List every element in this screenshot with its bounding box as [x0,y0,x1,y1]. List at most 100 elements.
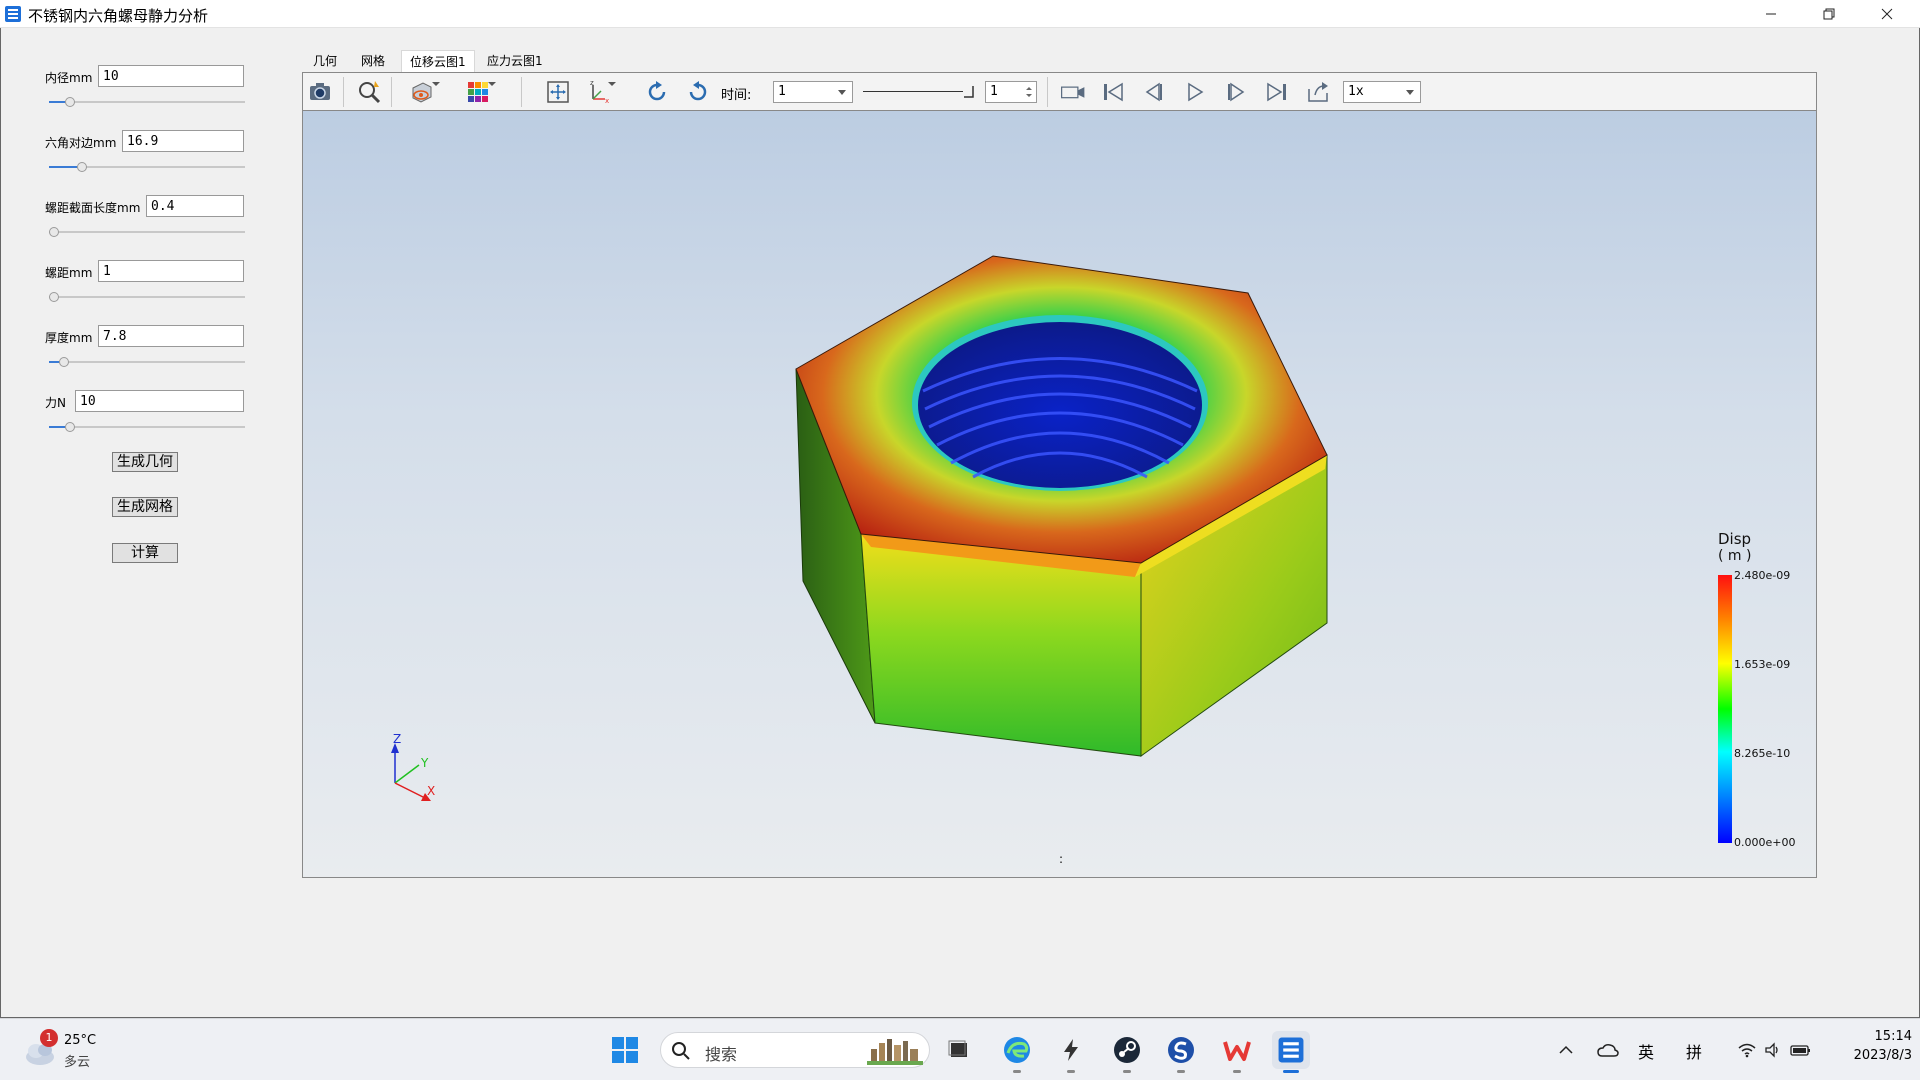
previous-frame-button[interactable] [1141,79,1167,105]
edge-browser-icon [1004,1037,1030,1063]
frame-spinbox[interactable]: 1 [985,81,1037,103]
minimize-button[interactable] [1742,0,1800,28]
legend-unit: ( m ) [1718,548,1751,564]
chevron-down-icon [1406,90,1414,95]
pitch-section-length-slider[interactable] [49,227,245,237]
axis-triad: Z Y X [391,732,435,801]
volume-icon [1765,1042,1778,1058]
rotate-clockwise-icon [648,81,666,101]
restore-button[interactable] [1800,0,1858,28]
edge-browser-button[interactable] [998,1031,1036,1073]
legend-title: Disp [1718,530,1751,548]
battery-icon [1790,1045,1810,1056]
tab-geometry[interactable]: 几何 [305,50,345,72]
rotate-ccw-button[interactable] [685,79,711,105]
param-label: 螺距mm [45,266,93,280]
spinner-arrows-icon [1026,87,1032,97]
weather-alert-badge: 1 [40,1029,58,1047]
taskbar-search[interactable]: 搜索 [660,1032,930,1068]
wps-logo-icon [1223,1041,1251,1061]
legend-tick: 8.265e-10 [1734,747,1790,760]
chevron-up-icon [1559,1045,1573,1054]
wps-button[interactable] [1218,1031,1256,1073]
thickness-input[interactable] [98,325,244,347]
tab-displacement-contour[interactable]: 位移云图1 [401,50,475,72]
search-icon [672,1042,690,1060]
magnify-zoom-icon [359,81,381,104]
thickness-slider[interactable] [49,357,245,367]
screenshot-button[interactable] [307,79,333,105]
record-video-button[interactable] [1057,79,1089,105]
active-app-button[interactable] [1272,1031,1310,1073]
slider-end-icon [964,86,974,98]
task-view-button[interactable] [940,1031,978,1069]
app-s-button[interactable] [1162,1031,1200,1073]
force-slider[interactable] [49,422,245,432]
zoom-fit-button[interactable] [357,79,383,105]
toolbar: zx 时间: 1 1 1x [302,72,1817,110]
close-button[interactable] [1858,0,1916,28]
rotate-counterclockwise-icon [689,81,707,101]
export-button[interactable] [1305,79,1331,105]
legend-tick: 2.480e-09 [1734,569,1790,582]
wifi-icon [1738,1043,1756,1058]
weather-description: 多云 [64,1055,91,1070]
rotate-cw-button[interactable] [644,79,670,105]
onedrive-button[interactable] [1594,1031,1622,1069]
hex-flat-slider[interactable] [49,162,245,172]
inner-diameter-input[interactable] [98,65,244,87]
video-camera-icon [1061,86,1085,99]
chevron-down-icon [838,90,846,95]
displacement-legend: Disp ( m ) 2.480e-09 1.653e-09 8.265e-10… [1718,530,1795,849]
pitch-input[interactable] [98,260,244,282]
step-forward-icon [1228,82,1245,102]
windows-logo-icon [612,1037,638,1063]
viewport-note: : [1059,852,1063,866]
fit-view-button[interactable] [545,79,571,105]
lightning-app-button[interactable] [1052,1031,1090,1073]
weather-widget[interactable]: 1 25°C 多云 [20,1029,130,1071]
svg-text:z: z [590,79,594,87]
clock[interactable]: 15:14 2023/8/3 [1828,1029,1912,1071]
time-slider[interactable] [859,81,977,103]
ime-language[interactable]: 英 [1638,1039,1654,1063]
legend-tick: 0.000e+00 [1734,836,1795,849]
time-select[interactable]: 1 [773,81,853,103]
show-hidden-icons-button[interactable] [1552,1031,1580,1069]
playback-speed-select[interactable]: 1x [1343,81,1421,103]
display-mode-dropdown[interactable] [431,79,443,105]
steam-button[interactable] [1108,1031,1146,1073]
hex-flat-input[interactable] [122,130,244,152]
start-button[interactable] [606,1031,644,1069]
inner-diameter-slider[interactable] [49,97,245,107]
force-input[interactable] [75,390,244,412]
camera-icon [310,83,330,100]
quick-settings-button[interactable] [1730,1031,1820,1069]
generate-geometry-button[interactable]: 生成几何 [112,452,178,472]
search-placeholder: 搜索 [705,1045,738,1064]
first-frame-button[interactable] [1100,79,1126,105]
param-label: 厚度mm [45,331,93,345]
next-frame-button[interactable] [1223,79,1249,105]
param-label: 内径mm [45,71,93,85]
clock-time: 15:14 [1874,1029,1912,1044]
3d-viewport[interactable]: Z Y X Disp ( m ) 2.480e-09 1.653e-09 8.2… [302,110,1817,878]
title-bar: 不锈钢内六角螺母静力分析 [0,0,1920,28]
export-icon [1308,82,1328,102]
pitch-slider[interactable] [49,292,245,302]
time-label: 时间: [721,88,752,103]
ime-mode[interactable]: 拼 [1686,1039,1702,1063]
tab-stress-contour[interactable]: 应力云图1 [479,50,551,72]
close-icon [1881,8,1893,20]
compute-button[interactable]: 计算 [112,543,178,563]
generate-mesh-button[interactable]: 生成网格 [112,497,178,517]
skip-to-start-icon [1104,82,1123,102]
play-button[interactable] [1182,79,1208,105]
tab-mesh[interactable]: 网格 [353,50,393,72]
color-map-dropdown[interactable] [487,79,499,105]
param-label: 螺距截面长度mm [45,201,141,215]
pitch-section-length-input[interactable] [146,195,244,217]
last-frame-button[interactable] [1264,79,1290,105]
axis-view-dropdown[interactable] [607,79,619,105]
city-skyline-icon [867,1039,923,1065]
